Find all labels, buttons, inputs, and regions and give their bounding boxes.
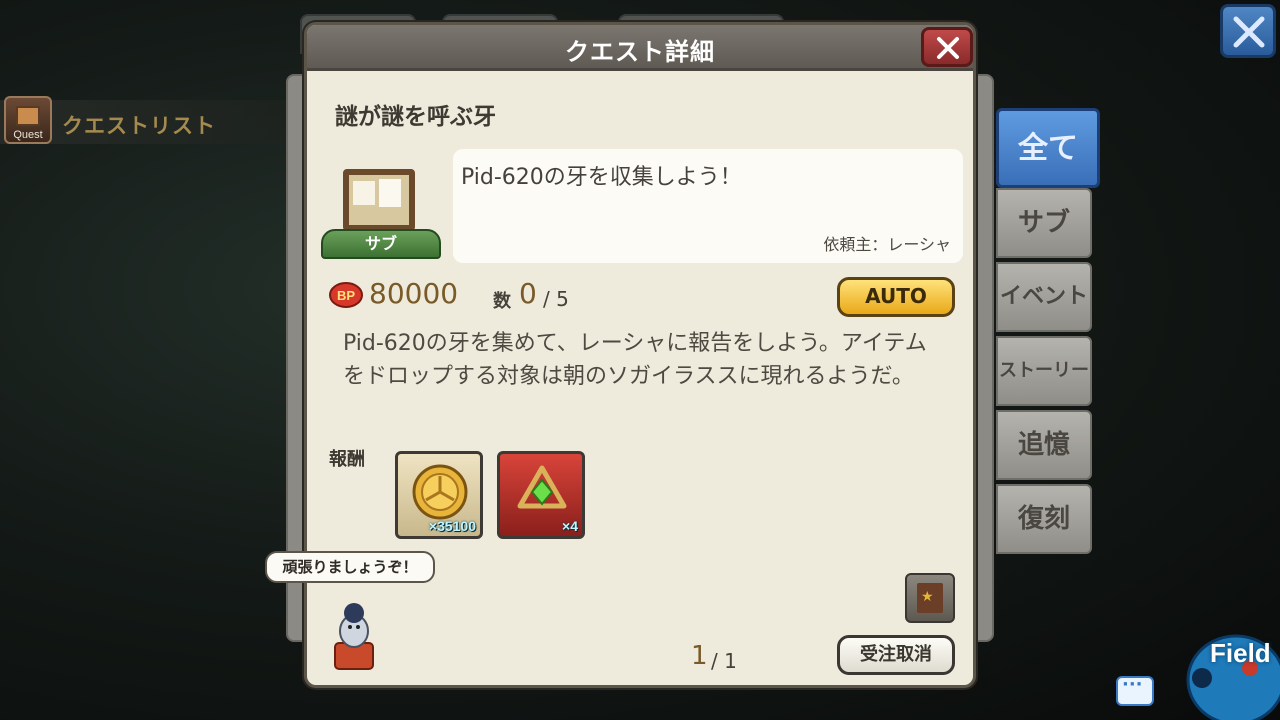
page-total: / 1 <box>711 649 737 673</box>
tab-label: イベント <box>999 284 1088 309</box>
chat-button[interactable]: ··· <box>1116 674 1154 706</box>
requester-text: 依頼主：レーシャ <box>823 235 951 254</box>
tab-label: ストーリー <box>999 360 1089 381</box>
close-icon <box>937 37 959 59</box>
tab-revival[interactable]: 復刻 <box>996 484 1092 554</box>
field-button[interactable]: Field <box>1176 624 1280 720</box>
category-badge: サブ <box>321 229 441 259</box>
quest-detail-dialog: クエスト詳細 謎が謎を呼ぶ牙 サブ Pid-620の牙を収集しよう！ 依頼主：レ… <box>265 22 976 688</box>
count-current: 0 <box>519 277 537 310</box>
page-current: 1 <box>691 641 708 671</box>
tab-label: 復刻 <box>1017 504 1070 534</box>
quest-description: Pid-620の牙を集めて、レーシャに報告をしよう。アイテムをドロップする対象は… <box>343 331 927 389</box>
dialog-title: クエスト詳細 <box>565 38 715 66</box>
mascot-icon <box>334 603 374 670</box>
tab-memory[interactable]: 追憶 <box>996 410 1092 480</box>
close-icon <box>1233 16 1265 48</box>
reward-item[interactable]: ×4 <box>497 451 585 539</box>
reward-quantity: ×35100 <box>428 518 476 534</box>
dialog-header: クエスト詳細 <box>307 25 973 71</box>
reward-item[interactable]: ×35100 <box>395 451 483 539</box>
tab-label: 追憶 <box>1017 430 1070 460</box>
tab-all[interactable]: 全て <box>996 108 1100 188</box>
quest-icon: Quest <box>4 96 52 144</box>
count-label: 数 <box>493 291 511 312</box>
count-total: / 5 <box>543 287 569 311</box>
bp-icon: BP <box>329 282 363 308</box>
tab-sub[interactable]: サブ <box>996 188 1092 258</box>
close-screen-button[interactable] <box>1220 4 1276 58</box>
quest-name: 謎が謎を呼ぶ牙 <box>335 104 496 130</box>
coin-icon <box>412 464 468 520</box>
tab-label: サブ <box>1017 208 1070 238</box>
auto-button[interactable]: AUTO <box>837 277 955 317</box>
field-label: Field <box>1210 638 1271 668</box>
reward-quantity: ×4 <box>562 518 578 534</box>
objective-box: Pid-620の牙を収集しよう！ 依頼主：レーシャ <box>453 149 963 263</box>
reward-label: 報酬 <box>329 449 365 470</box>
quest-list-title: クエストリスト <box>62 114 216 138</box>
tab-event[interactable]: イベント <box>996 262 1092 332</box>
objective-text: Pid-620の牙を収集しよう！ <box>461 165 742 190</box>
dialog-close-button[interactable] <box>921 27 973 67</box>
bp-value: 80000 <box>369 277 459 310</box>
cancel-order-button[interactable]: 受注取消 <box>837 635 955 675</box>
star-icon: ★ <box>921 589 934 605</box>
tab-story[interactable]: ストーリー <box>996 336 1092 406</box>
quest-board-icon: サブ <box>321 165 441 269</box>
svg-text:BP: BP <box>337 288 355 303</box>
speech-bubble: 頑張りましょうぞ！ <box>265 551 435 583</box>
chat-icon: ··· <box>1122 674 1143 695</box>
quest-icon-label: Quest <box>13 129 43 141</box>
gem-amulet-icon <box>517 465 567 509</box>
tab-label: 全て <box>1018 131 1078 166</box>
quest-book-button[interactable]: ★ <box>905 573 955 623</box>
